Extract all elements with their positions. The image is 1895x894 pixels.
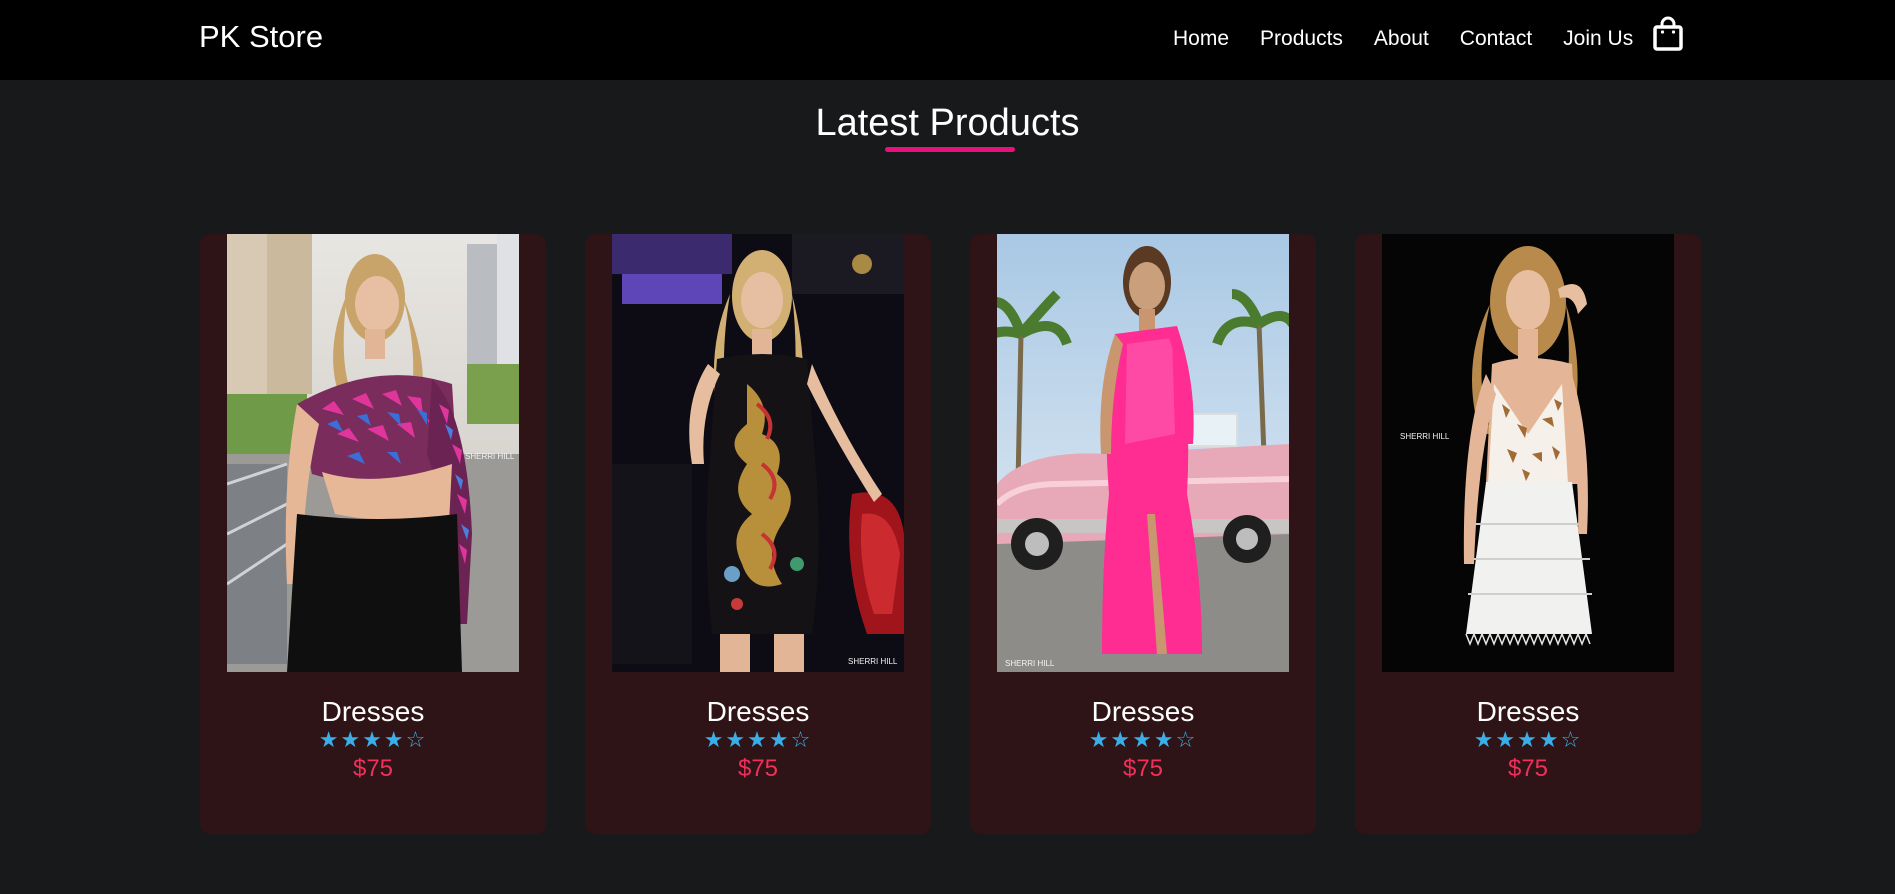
- product-card[interactable]: SHERRI HILL Dresses ★★★★☆ $75: [200, 234, 546, 834]
- product-price: $75: [1122, 755, 1164, 782]
- navbar: PK Store Home Products About Contact Joi…: [0, 0, 1895, 80]
- nav-join-link[interactable]: Join Us: [1563, 27, 1633, 51]
- nav-home-link[interactable]: Home: [1173, 27, 1229, 51]
- nav-products-link[interactable]: Products: [1260, 27, 1343, 51]
- product-card[interactable]: SHERRI HILL Dresses ★★★★☆ $75: [585, 234, 931, 834]
- shopping-bag-icon[interactable]: [1652, 16, 1684, 52]
- rating-stars-icon: ★★★★☆: [1088, 728, 1198, 753]
- product-image[interactable]: SHERRI HILL: [227, 234, 519, 672]
- product-card[interactable]: SHERRI HILL Dresses ★★★★☆ $75: [1355, 234, 1701, 834]
- product-grid: SHERRI HILL Dresses ★★★★☆ $75 SHERRI HIL…: [200, 234, 1701, 834]
- main-nav: Home Products About Contact Join Us: [1173, 27, 1664, 51]
- nav-about-link[interactable]: About: [1374, 27, 1429, 51]
- product-image[interactable]: SHERRI HILL: [997, 234, 1289, 672]
- product-title: Dresses: [706, 696, 810, 727]
- image-watermark: SHERRI HILL: [465, 452, 515, 461]
- image-watermark: SHERRI HILL: [848, 657, 898, 666]
- rating-stars-icon: ★★★★☆: [703, 728, 813, 753]
- image-watermark: SHERRI HILL: [1400, 432, 1450, 441]
- brand-logo[interactable]: PK Store: [199, 19, 323, 55]
- product-card[interactable]: SHERRI HILL Dresses ★★★★☆ $75: [970, 234, 1316, 834]
- product-image[interactable]: SHERRI HILL: [1382, 234, 1674, 672]
- product-title: Dresses: [1091, 696, 1195, 727]
- rating-stars-icon: ★★★★☆: [1473, 728, 1583, 753]
- section-title: Latest Products: [815, 102, 1080, 144]
- product-price: $75: [1507, 755, 1549, 782]
- product-title: Dresses: [321, 696, 425, 727]
- title-underline: [885, 147, 1015, 152]
- nav-contact-link[interactable]: Contact: [1460, 27, 1532, 51]
- product-title: Dresses: [1476, 696, 1580, 727]
- product-price: $75: [737, 755, 779, 782]
- product-price: $75: [352, 755, 394, 782]
- rating-stars-icon: ★★★★☆: [318, 728, 428, 753]
- image-watermark: SHERRI HILL: [1005, 659, 1055, 668]
- product-image[interactable]: SHERRI HILL: [612, 234, 904, 672]
